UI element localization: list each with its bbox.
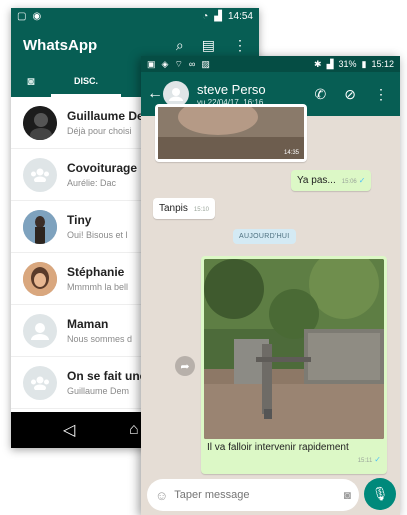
microphone-icon: 🎙 bbox=[371, 486, 389, 501]
chat-preview: Oui! Bisous et l bbox=[67, 230, 128, 240]
status-time: 14:54 bbox=[227, 11, 253, 22]
app-notification-icon: ◈ bbox=[161, 58, 169, 69]
avatar bbox=[23, 261, 57, 296]
chat-preview: Guillaume Dem bbox=[67, 386, 130, 396]
tab-indicator bbox=[51, 94, 121, 97]
image-thumbnail bbox=[158, 99, 304, 159]
search-icon[interactable]: ⌕ bbox=[176, 37, 184, 54]
read-check-icon: ✓ bbox=[374, 455, 381, 464]
more-options-icon[interactable]: ⋮ bbox=[233, 37, 247, 54]
app-title: WhatsApp bbox=[23, 36, 98, 54]
nav-home-icon[interactable]: ⌂ bbox=[129, 421, 139, 439]
message-text: Tanpis bbox=[159, 203, 188, 214]
avatar bbox=[23, 105, 57, 140]
message-input[interactable] bbox=[174, 489, 344, 501]
bluetooth-icon: ✱ bbox=[314, 58, 322, 69]
chat-name: Maman bbox=[67, 317, 109, 331]
chat-preview: Aurélie: Dac bbox=[67, 178, 117, 188]
person-avatar-icon bbox=[23, 313, 57, 348]
incoming-message[interactable]: Tanpis 15:10 bbox=[153, 198, 215, 219]
image-notification-icon: ▣ bbox=[147, 58, 156, 69]
more-options-icon[interactable]: ⋮ bbox=[374, 86, 388, 103]
status-bar: ▣ ◈ ⌔ ∞ ▨ ✱ ▟ 31% ▮ 15:12 bbox=[141, 56, 400, 72]
contact-name: steve Perso bbox=[197, 81, 266, 97]
tab-chats[interactable]: DISC. bbox=[51, 76, 121, 86]
contact-info[interactable]: steve Perso vu 22/04/17, 16:16 bbox=[197, 82, 266, 107]
voicemail-icon: ∞ bbox=[188, 58, 196, 69]
battery-percent: 31% bbox=[338, 59, 357, 69]
message-text: Ya pas... bbox=[297, 175, 336, 186]
emoji-icon[interactable]: ☺ bbox=[155, 488, 168, 503]
camera-icon[interactable]: ◙ bbox=[344, 488, 351, 502]
status-bar: ▢ ◉ ◔ ▟ 14:54 bbox=[11, 8, 259, 25]
forward-icon[interactable]: ➦ bbox=[175, 356, 195, 376]
message-time: 15:10 bbox=[193, 207, 209, 213]
cast-icon: ⌔ bbox=[174, 58, 183, 69]
battery-icon: ▮ bbox=[361, 58, 367, 69]
microphone-button[interactable]: 🎙 bbox=[364, 478, 396, 510]
attach-icon[interactable]: ⊘ bbox=[344, 86, 356, 103]
chat-preview: Mmmmh la bell bbox=[67, 282, 129, 292]
signal-icon: ▟ bbox=[214, 11, 222, 22]
message-composer: ☺ ◙ bbox=[147, 479, 359, 511]
image-message-bubble[interactable]: Il va falloir intervenir rapidement 15:1… bbox=[201, 256, 387, 474]
wifi-icon: ◔ bbox=[202, 11, 209, 22]
conversation-screen: ▣ ◈ ⌔ ∞ ▨ ✱ ▟ 31% ▮ 15:12 ← steve Perso … bbox=[141, 56, 400, 515]
chat-name: Stéphanie bbox=[67, 265, 125, 279]
chat-name: On se fait une bbox=[67, 369, 147, 383]
back-arrow-icon[interactable]: ← bbox=[147, 85, 163, 103]
gallery-icon: ▨ bbox=[201, 58, 210, 69]
call-icon[interactable]: ✆ bbox=[315, 86, 327, 103]
image-caption: Il va falloir intervenir rapidement bbox=[207, 442, 349, 453]
image-thumbnail[interactable] bbox=[204, 259, 384, 439]
image-message-bubble[interactable]: 14:35 bbox=[155, 99, 307, 162]
chat-name: Guillaume De bbox=[67, 109, 144, 123]
new-chat-icon[interactable]: ▤ bbox=[202, 37, 215, 54]
chat-preview: Déjà pour choisi bbox=[67, 126, 132, 136]
chat-name: Covoiturage n bbox=[67, 161, 148, 175]
chat-name: Tiny bbox=[67, 213, 92, 227]
notification-icon: ▢ bbox=[17, 11, 27, 22]
read-check-icon: ✓ bbox=[358, 176, 366, 185]
date-divider: AUJOURD'HUI bbox=[233, 229, 296, 244]
camera-tab-icon[interactable]: ◙ bbox=[11, 74, 51, 88]
group-avatar-icon bbox=[23, 365, 57, 400]
message-time: 15:06 bbox=[341, 179, 357, 185]
signal-icon: ▟ bbox=[326, 58, 334, 69]
message-time: 15:11 bbox=[357, 458, 373, 464]
outgoing-message[interactable]: Ya pas... 15:06 ✓ bbox=[291, 170, 372, 191]
chat-preview: Nous sommes d bbox=[67, 334, 133, 344]
nav-back-icon[interactable]: ◁ bbox=[63, 420, 75, 440]
group-avatar-icon bbox=[23, 157, 57, 192]
avatar bbox=[23, 209, 57, 244]
location-icon: ◉ bbox=[32, 11, 42, 22]
message-time: 14:35 bbox=[283, 150, 299, 156]
status-time: 15:12 bbox=[371, 59, 394, 69]
